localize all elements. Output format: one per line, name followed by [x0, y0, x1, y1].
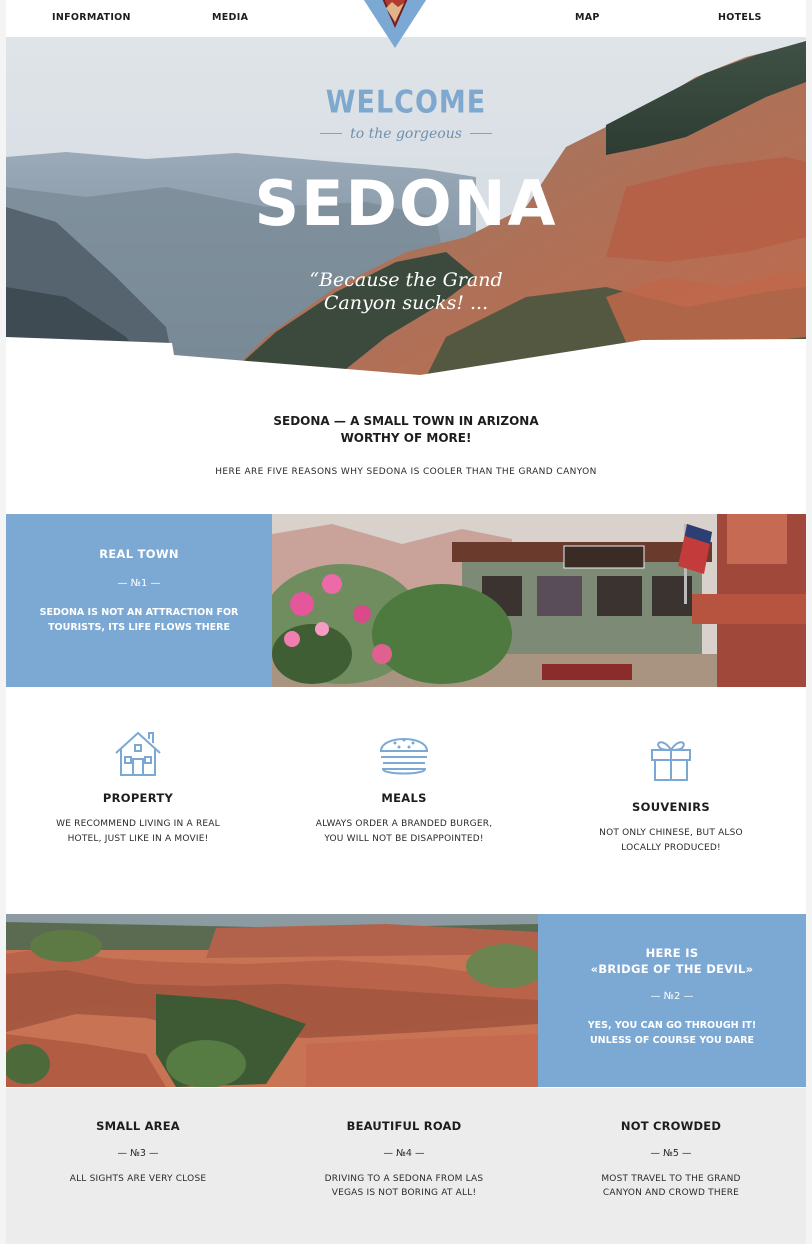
reason-description: DRIVING TO A SEDONA FROM LAS VEGAS IS NO… — [324, 1174, 484, 1198]
reason-description: ALL SIGHTS ARE VERY CLOSE — [69, 1174, 207, 1184]
reason-number: — №1 — — [117, 578, 161, 589]
logo-icon[interactable] — [360, 0, 430, 50]
nav-information[interactable]: INFORMATION — [52, 12, 131, 23]
bottom-reasons: SMALL AREA — №3 — ALL SIGHTS ARE VERY CL… — [6, 1088, 806, 1244]
burger-icon — [379, 738, 429, 775]
reason-4: BEAUTIFUL ROAD — №4 — DRIVING TO A SEDON… — [294, 1119, 514, 1200]
divider-line — [320, 133, 343, 134]
reason-description: MOST TRAVEL TO THE GRAND CANYON AND CROW… — [601, 1174, 741, 1198]
hero-subtitle-row: to the gorgeous — [6, 123, 806, 142]
reason-title: REAL TOWN — [99, 547, 179, 561]
page: INFORMATION MEDIA MAP HOTELS WELCOME to … — [6, 0, 806, 1244]
hero-title: SEDONA — [254, 167, 558, 240]
divider-line — [469, 133, 492, 134]
feature-property: PROPERTY WE RECOMMEND LIVING IN A REAL H… — [28, 727, 248, 847]
feature-title: SOUVENIRS — [632, 800, 710, 814]
reason-title: BEAUTIFUL ROAD — [346, 1119, 462, 1133]
intro-title: SEDONA — A SMALL TOWN IN ARIZONA WORTHY … — [273, 414, 539, 445]
reason-number: — №2 — — [650, 991, 694, 1002]
town-photo — [272, 514, 806, 687]
feature-title: MEALS — [381, 791, 427, 805]
reason-description: SEDONA IS NOT AN ATTRACTION FOR TOURISTS… — [39, 607, 239, 633]
reason-number: — №5 — — [650, 1148, 692, 1159]
reason-1-card: REAL TOWN — №1 — SEDONA IS NOT AN ATTRAC… — [6, 514, 272, 687]
nav-map[interactable]: MAP — [575, 12, 600, 23]
feature-meals: MEALS ALWAYS ORDER A BRANDED BURGER, YOU… — [294, 727, 514, 847]
hero-banner: WELCOME to the gorgeous SEDONA “Because … — [6, 37, 806, 377]
reason-description: YES, YOU CAN GO THROUGH IT! UNLESS OF CO… — [587, 1020, 757, 1046]
welcome-heading: WELCOME — [325, 84, 487, 121]
reason-3: SMALL AREA — №3 — ALL SIGHTS ARE VERY CL… — [28, 1119, 248, 1186]
devil-bridge-photo — [6, 914, 538, 1087]
reason-number: — №3 — — [117, 1148, 159, 1159]
feature-description: NOT ONLY CHINESE, BUT ALSO LOCALLY PRODU… — [599, 828, 743, 853]
hero-tagline: “Because the Grand Canyon sucks! ... — [309, 269, 503, 314]
house-icon — [115, 731, 161, 776]
reason-title: NOT CROWDED — [620, 1119, 722, 1133]
hero-subtitle: to the gorgeous — [350, 126, 462, 142]
gift-icon — [651, 741, 691, 781]
feature-souvenirs: SOUVENIRS NOT ONLY CHINESE, BUT ALSO LOC… — [561, 730, 781, 856]
reason-number: — №4 — — [383, 1148, 425, 1159]
reason-title: HERE IS — [645, 946, 699, 960]
reason-title: SMALL AREA — [96, 1119, 180, 1133]
feature-description: WE RECOMMEND LIVING IN A REAL HOTEL, JUS… — [56, 819, 220, 844]
nav-media[interactable]: MEDIA — [212, 12, 248, 23]
reason-5: NOT CROWDED — №5 — MOST TRAVEL TO THE GR… — [561, 1119, 781, 1200]
intro-subtitle: HERE ARE FIVE REASONS WHY SEDONA IS COOL… — [215, 467, 597, 477]
reason-2-card: HERE IS «BRIDGE OF THE DEVIL» — №2 — YES… — [538, 914, 806, 1087]
feature-description: ALWAYS ORDER A BRANDED BURGER, YOU WILL … — [315, 819, 493, 844]
nav-hotels[interactable]: HOTELS — [718, 12, 762, 23]
feature-title: PROPERTY — [102, 791, 174, 805]
reason-title: «BRIDGE OF THE DEVIL» — [590, 962, 754, 976]
